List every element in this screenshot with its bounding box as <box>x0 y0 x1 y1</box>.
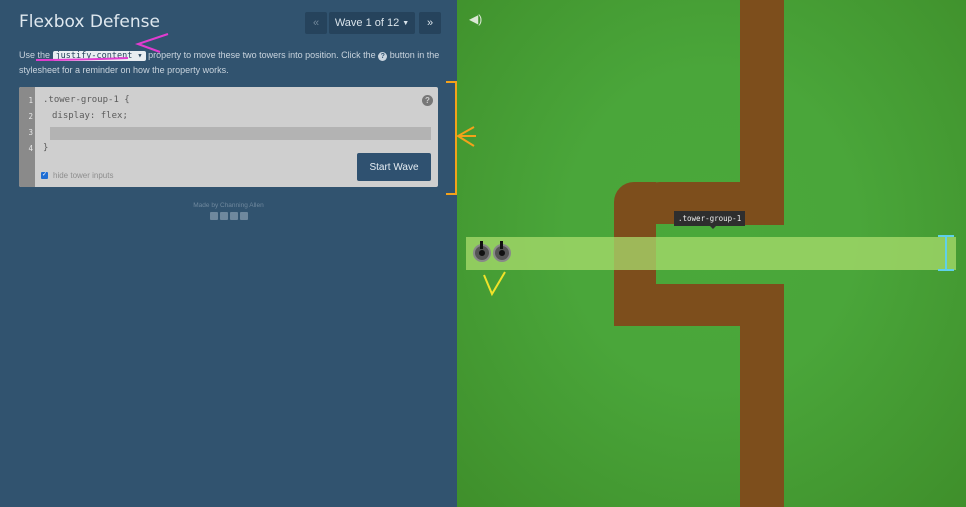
instructions-text: Use the justify-content ▾ property to mo… <box>19 48 444 77</box>
github-icon[interactable] <box>239 212 248 220</box>
hide-tower-inputs-label: hide tower inputs <box>53 171 114 180</box>
tower-barrel <box>480 241 483 249</box>
line-number: 1 <box>28 96 33 105</box>
line-number-gutter: 1 2 3 4 <box>19 87 35 187</box>
tower-barrel <box>500 241 503 249</box>
page-title: Flexbox Defense <box>19 12 160 32</box>
help-icon: ? <box>378 52 388 61</box>
code-line-close: } <box>43 143 49 153</box>
checkbox[interactable]: ✓ <box>41 172 48 179</box>
speaker-icon[interactable]: ◀) <box>469 12 482 26</box>
chevron-down-icon: ▼ <box>402 19 410 27</box>
social-links <box>0 212 457 220</box>
line-number: 3 <box>28 128 33 137</box>
twitter-icon[interactable] <box>219 212 228 220</box>
credit-text: Made by Channing Allen <box>193 202 264 209</box>
instructions-middle: property to move these two towers into p… <box>148 50 376 60</box>
code-line-display: display: flex; <box>52 111 128 121</box>
tower-group-tooltip: .tower-group-1 <box>674 211 746 226</box>
css-code-input[interactable] <box>50 127 431 140</box>
enemy-path-segment <box>740 284 784 507</box>
facebook-icon[interactable] <box>209 212 218 220</box>
game-board: ◀) .tower-group-1 <box>457 0 966 507</box>
code-line-selector: .tower-group-1 { <box>43 95 130 105</box>
instructions-panel: Flexbox Defense « Wave 1 of 12 ▼ » Use t… <box>0 0 457 507</box>
start-wave-button[interactable]: Start Wave <box>357 153 431 181</box>
hide-tower-inputs-toggle[interactable]: ✓ hide tower inputs <box>41 171 113 180</box>
previous-wave-button[interactable]: « <box>305 12 327 34</box>
property-dropdown[interactable]: justify-content ▾ <box>52 51 146 61</box>
line-number: 2 <box>28 112 33 121</box>
linkedin-icon[interactable] <box>229 212 238 220</box>
property-name: justify-content <box>55 51 133 61</box>
wave-navigation: « Wave 1 of 12 ▼ » <box>305 12 441 34</box>
css-editor: 1 2 3 4 .tower-group-1 { display: flex; … <box>19 87 438 187</box>
wave-select-label: Wave 1 of 12 <box>334 17 400 29</box>
tower-group-lane <box>466 237 956 270</box>
wave-select[interactable]: Wave 1 of 12 ▼ <box>329 12 415 34</box>
tooltip-arrow <box>709 225 717 229</box>
help-button[interactable]: ? <box>422 95 433 106</box>
line-number: 4 <box>28 144 33 153</box>
instructions-prefix: Use the <box>19 50 51 60</box>
next-wave-button[interactable]: » <box>419 12 441 34</box>
